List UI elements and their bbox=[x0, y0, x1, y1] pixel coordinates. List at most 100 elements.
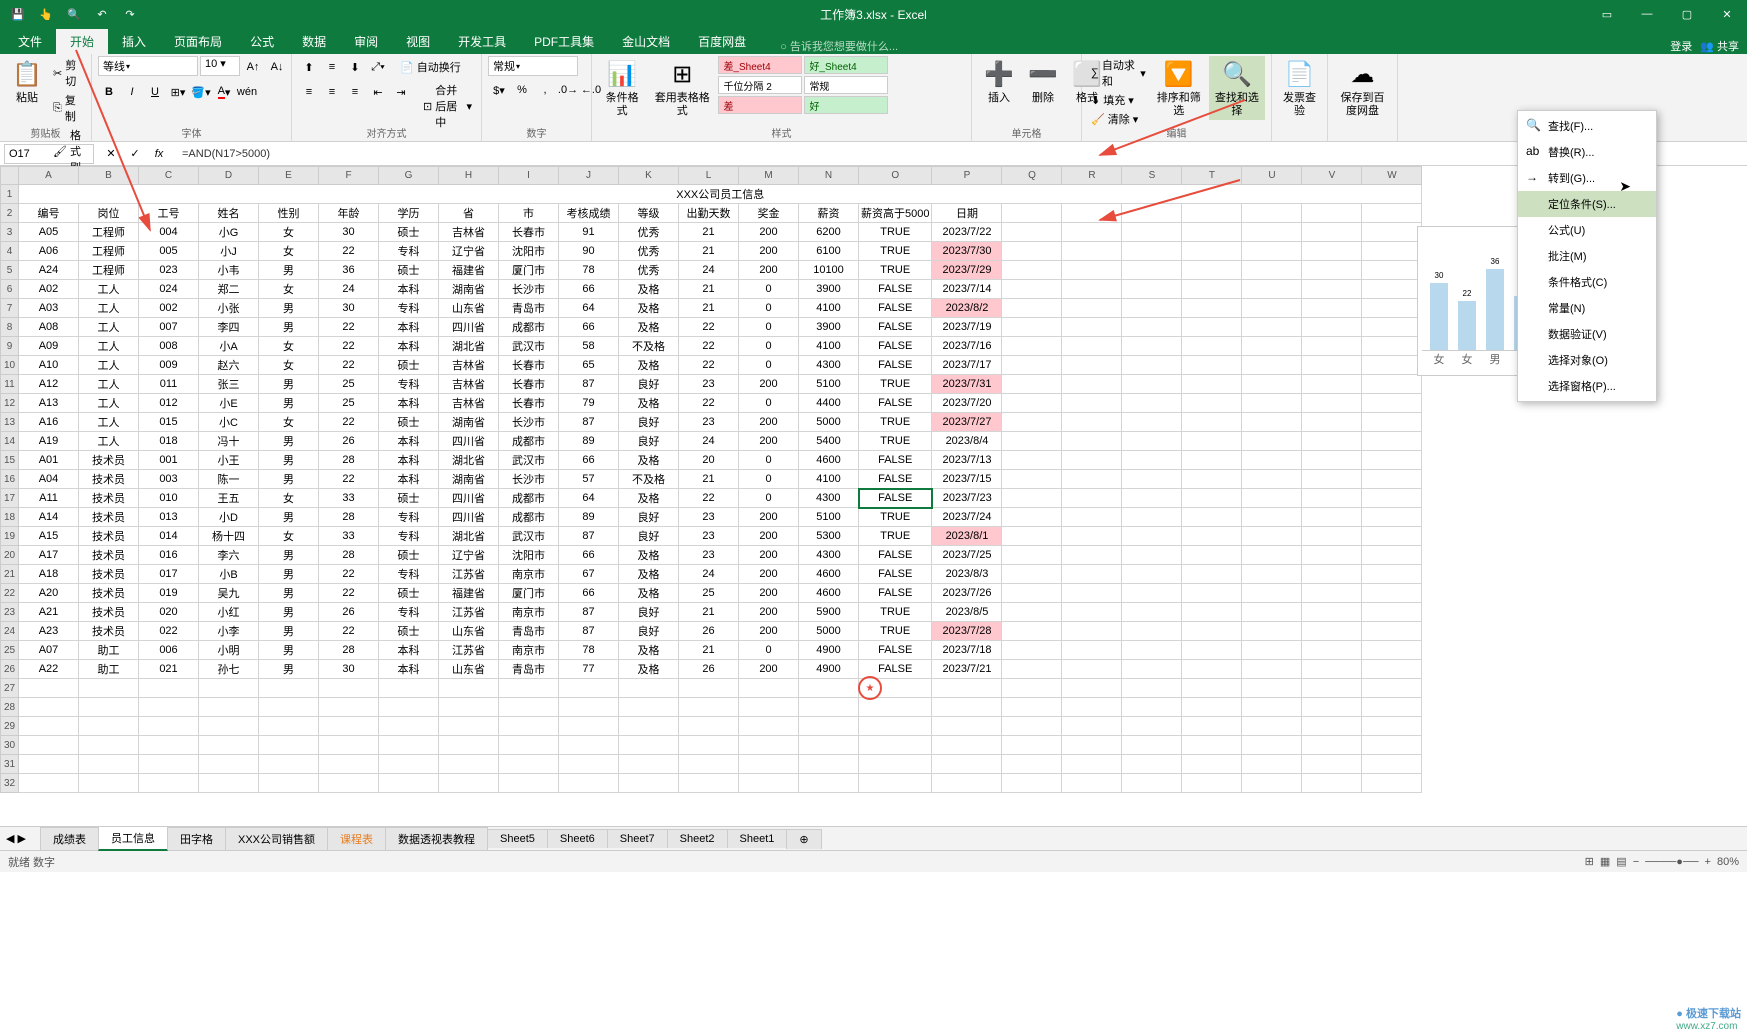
data-cell[interactable]: TRUE bbox=[859, 261, 932, 280]
data-cell[interactable]: 2023/7/29 bbox=[932, 261, 1002, 280]
data-cell[interactable]: 23 bbox=[679, 413, 739, 432]
data-cell[interactable]: 良好 bbox=[619, 622, 679, 641]
data-cell[interactable]: FALSE bbox=[859, 470, 932, 489]
data-cell[interactable]: 2023/7/31 bbox=[932, 375, 1002, 394]
data-cell[interactable]: 男 bbox=[259, 470, 319, 489]
data-cell[interactable]: 023 bbox=[139, 261, 199, 280]
data-cell[interactable]: 优秀 bbox=[619, 261, 679, 280]
sheet-tab[interactable]: 员工信息 bbox=[98, 826, 168, 851]
data-cell[interactable]: 26 bbox=[319, 603, 379, 622]
data-cell[interactable]: 赵六 bbox=[199, 356, 259, 375]
fx-icon[interactable]: fx bbox=[148, 143, 170, 165]
data-cell[interactable]: 湖南省 bbox=[439, 470, 499, 489]
tab-11[interactable]: 百度网盘 bbox=[684, 29, 760, 54]
data-cell[interactable]: FALSE bbox=[859, 546, 932, 565]
col-header[interactable]: N bbox=[799, 167, 859, 185]
italic-icon[interactable]: I bbox=[121, 81, 143, 103]
data-cell[interactable]: 018 bbox=[139, 432, 199, 451]
tab-10[interactable]: 金山文档 bbox=[608, 29, 684, 54]
data-cell[interactable]: 57 bbox=[559, 470, 619, 489]
data-cell[interactable]: FALSE bbox=[859, 356, 932, 375]
paste-button[interactable]: 📋粘贴 bbox=[6, 56, 48, 107]
find-menu-item-7[interactable]: 常量(N) bbox=[1518, 295, 1656, 321]
data-cell[interactable]: 男 bbox=[259, 451, 319, 470]
data-cell[interactable]: 22 bbox=[679, 337, 739, 356]
data-cell[interactable]: 23 bbox=[679, 546, 739, 565]
data-cell[interactable]: 吉林省 bbox=[439, 223, 499, 242]
data-cell[interactable]: 硕士 bbox=[379, 546, 439, 565]
data-cell[interactable]: 助工 bbox=[79, 641, 139, 660]
data-cell[interactable]: 技术员 bbox=[79, 489, 139, 508]
tab-1[interactable]: 开始 bbox=[56, 29, 108, 54]
data-cell[interactable]: 87 bbox=[559, 603, 619, 622]
header-cell[interactable]: 性别 bbox=[259, 204, 319, 223]
data-cell[interactable]: 2023/7/20 bbox=[932, 394, 1002, 413]
data-cell[interactable]: 2023/7/21 bbox=[932, 660, 1002, 679]
data-cell[interactable]: FALSE bbox=[859, 584, 932, 603]
data-cell[interactable]: 专科 bbox=[379, 375, 439, 394]
data-cell[interactable]: 21 bbox=[679, 299, 739, 318]
data-cell[interactable]: 2023/7/16 bbox=[932, 337, 1002, 356]
data-cell[interactable]: TRUE bbox=[859, 413, 932, 432]
data-cell[interactable]: A07 bbox=[19, 641, 79, 660]
data-cell[interactable]: 硕士 bbox=[379, 356, 439, 375]
data-cell[interactable]: 26 bbox=[319, 432, 379, 451]
data-cell[interactable]: 5100 bbox=[799, 375, 859, 394]
zoom-level[interactable]: 80% bbox=[1717, 856, 1739, 868]
view-layout-icon[interactable]: ▦ bbox=[1600, 855, 1610, 868]
view-normal-icon[interactable]: ⊞ bbox=[1585, 855, 1594, 868]
data-cell[interactable]: 小张 bbox=[199, 299, 259, 318]
data-cell[interactable]: 22 bbox=[679, 318, 739, 337]
data-cell[interactable]: 22 bbox=[679, 394, 739, 413]
data-cell[interactable]: 工人 bbox=[79, 413, 139, 432]
data-cell[interactable]: 良好 bbox=[619, 432, 679, 451]
col-header[interactable]: W bbox=[1362, 167, 1422, 185]
data-cell[interactable]: 5300 bbox=[799, 527, 859, 546]
data-cell[interactable]: 024 bbox=[139, 280, 199, 299]
data-cell[interactable]: 南京市 bbox=[499, 603, 559, 622]
style-item[interactable]: 好_Sheet4 bbox=[804, 56, 888, 74]
increase-decimal-icon[interactable]: .0→ bbox=[557, 79, 579, 101]
data-cell[interactable]: 28 bbox=[319, 508, 379, 527]
data-cell[interactable]: 4100 bbox=[799, 299, 859, 318]
data-cell[interactable]: A12 bbox=[19, 375, 79, 394]
data-cell[interactable]: 0 bbox=[739, 318, 799, 337]
data-cell[interactable]: 王五 bbox=[199, 489, 259, 508]
sheet-tab[interactable]: Sheet7 bbox=[607, 829, 668, 848]
data-cell[interactable]: 90 bbox=[559, 242, 619, 261]
col-header[interactable]: E bbox=[259, 167, 319, 185]
find-menu-item-0[interactable]: 🔍查找(F)... bbox=[1518, 113, 1656, 139]
col-header[interactable]: P bbox=[932, 167, 1002, 185]
data-cell[interactable]: 优秀 bbox=[619, 223, 679, 242]
print-preview-icon[interactable]: 🔍 bbox=[62, 2, 86, 26]
percent-icon[interactable]: % bbox=[511, 79, 533, 101]
data-cell[interactable]: 成都市 bbox=[499, 432, 559, 451]
data-cell[interactable]: 2023/7/26 bbox=[932, 584, 1002, 603]
data-cell[interactable]: 22 bbox=[319, 356, 379, 375]
data-cell[interactable]: 89 bbox=[559, 508, 619, 527]
data-cell[interactable]: 0 bbox=[739, 451, 799, 470]
data-cell[interactable]: 2023/7/22 bbox=[932, 223, 1002, 242]
data-cell[interactable]: 200 bbox=[739, 508, 799, 527]
data-cell[interactable]: 22 bbox=[319, 318, 379, 337]
style-item[interactable]: 好 bbox=[804, 96, 888, 114]
data-cell[interactable]: 23 bbox=[679, 508, 739, 527]
header-cell[interactable]: 奖金 bbox=[739, 204, 799, 223]
data-cell[interactable]: 005 bbox=[139, 242, 199, 261]
data-cell[interactable]: 男 bbox=[259, 641, 319, 660]
data-cell[interactable]: 良好 bbox=[619, 375, 679, 394]
data-cell[interactable]: 湖南省 bbox=[439, 280, 499, 299]
data-cell[interactable]: TRUE bbox=[859, 527, 932, 546]
data-cell[interactable]: 0 bbox=[739, 489, 799, 508]
style-item[interactable]: 差_Sheet4 bbox=[718, 56, 802, 74]
data-cell[interactable]: 200 bbox=[739, 375, 799, 394]
data-cell[interactable]: 男 bbox=[259, 660, 319, 679]
tab-0[interactable]: 文件 bbox=[4, 29, 56, 54]
data-cell[interactable]: 30 bbox=[319, 299, 379, 318]
data-cell[interactable]: 技术员 bbox=[79, 603, 139, 622]
data-cell[interactable]: FALSE bbox=[859, 299, 932, 318]
data-cell[interactable]: 66 bbox=[559, 451, 619, 470]
data-cell[interactable]: 2023/8/2 bbox=[932, 299, 1002, 318]
data-cell[interactable]: 78 bbox=[559, 261, 619, 280]
data-cell[interactable]: 硕士 bbox=[379, 584, 439, 603]
